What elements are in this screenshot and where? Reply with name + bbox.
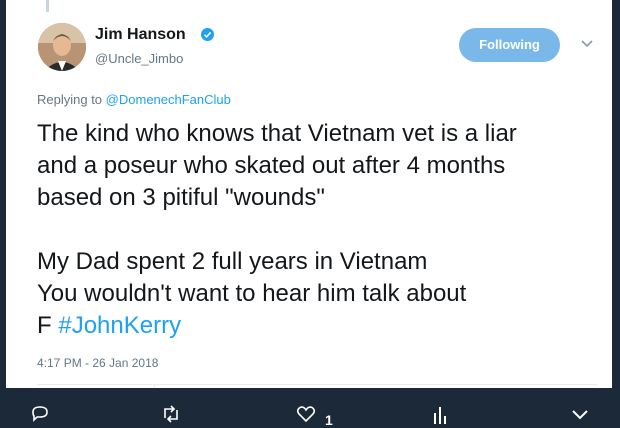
analytics-icon[interactable] [430, 404, 454, 424]
chevron-down-icon[interactable] [580, 37, 594, 51]
tweet-text: The kind who knows that Vietnam vet is a… [37, 118, 517, 342]
author-name[interactable]: Jim Hanson [95, 26, 186, 44]
thread-connector-line [46, 0, 49, 12]
verified-badge-icon [201, 28, 214, 41]
heart-icon[interactable] [296, 404, 320, 424]
retweet-icon[interactable] [160, 404, 184, 424]
like-count: 1 [325, 412, 333, 428]
tweet-actions-bar [0, 388, 620, 424]
tweet-line: My Dad spent 2 full years in Vietnam [37, 248, 428, 275]
author-handle[interactable]: @Uncle_Jimbo [95, 51, 183, 66]
chevron-down-icon[interactable] [570, 404, 594, 424]
tweet-line-prefix: F [37, 312, 52, 339]
tweet-line-last: F #JohnKerry [37, 310, 517, 342]
replying-to-line: Replying to @DomenechFanClub [37, 92, 231, 107]
avatar[interactable] [38, 23, 86, 71]
tweet-line [37, 214, 517, 246]
replying-to-mention[interactable]: @DomenechFanClub [106, 92, 231, 107]
tweet-line: and a poseur who skated out after 4 mont… [37, 152, 506, 179]
tweet-card: Jim Hanson @Uncle_Jimbo Following Replyi… [6, 0, 612, 388]
following-button[interactable]: Following [459, 28, 560, 62]
tweet-line: based on 3 pitiful "wounds" [37, 184, 325, 211]
tweet-line: The kind who knows that Vietnam vet is a… [37, 120, 517, 147]
replying-prefix: Replying to [37, 92, 103, 107]
tweet-line: You wouldn't want to hear him talk about [37, 280, 467, 307]
reply-icon[interactable] [30, 404, 54, 424]
hashtag-link[interactable]: #JohnKerry [58, 312, 181, 339]
tweet-timestamp[interactable]: 4:17 PM - 26 Jan 2018 [37, 356, 158, 370]
